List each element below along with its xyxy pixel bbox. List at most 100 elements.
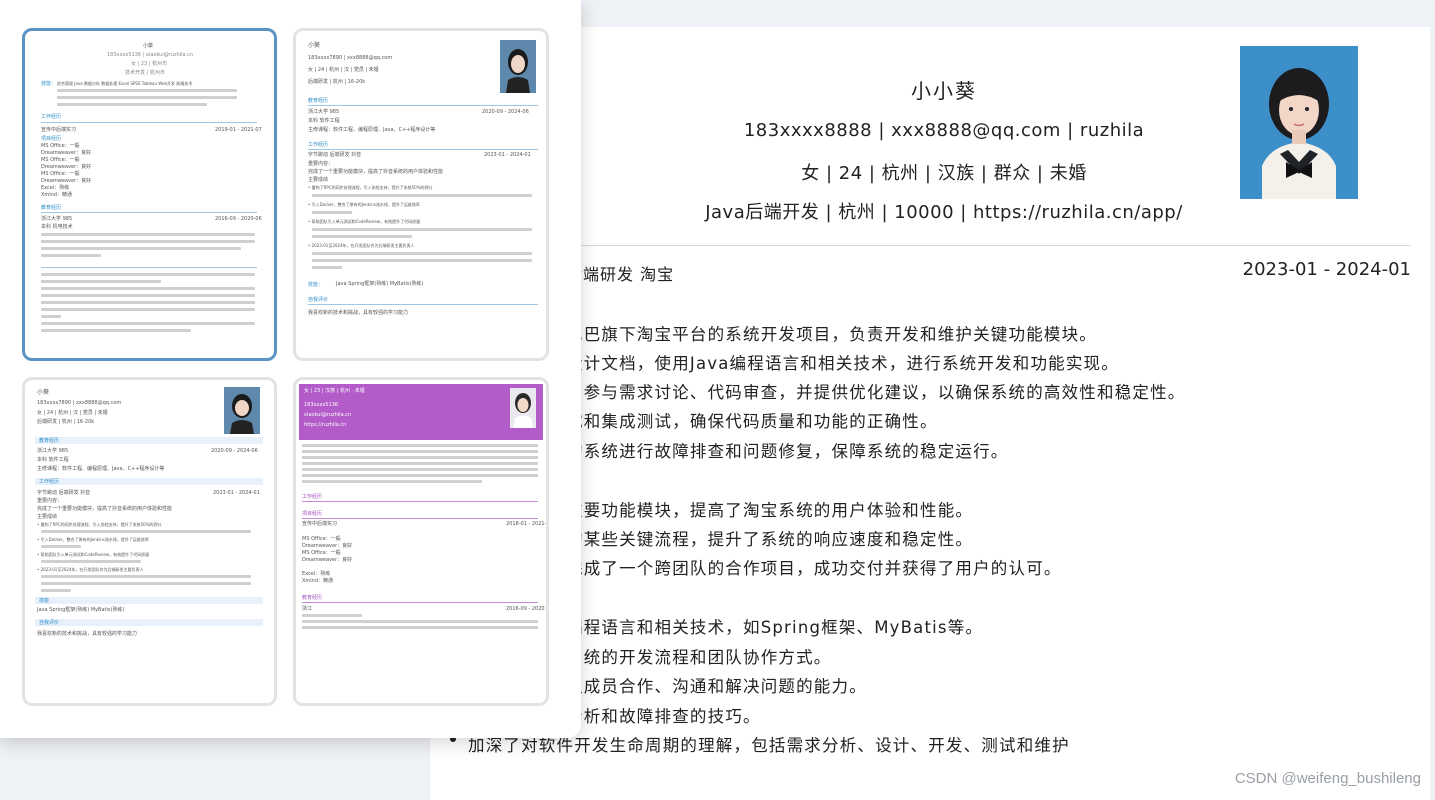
tpl-edu-desc: 主修课程：软件工程、编程原理、Java、C++程序设计等 <box>308 127 436 133</box>
tpl-contact: 183xxxx7890 | xxx8888@qq.com <box>37 400 122 406</box>
tpl-line: • 帮助团队引入单元测试和CodeReview，有效提升了代码质量 <box>308 219 421 224</box>
resume-text-line: 设计文档，使用Java编程语言和相关技术，进行系统开发和功能实现。 <box>566 354 1119 373</box>
tpl-skill-text: Java Spring框架(熟练) MyBatis(熟练) <box>336 281 424 287</box>
tpl-edu-school: 浙江大学 985 <box>41 216 73 222</box>
text-placeholder-line <box>41 582 251 585</box>
text-placeholder-line <box>302 456 538 459</box>
text-placeholder-line <box>302 614 362 617</box>
template-card-3[interactable]: 小葵 183xxxx7890 | xxx8888@qq.com 女 | 24 |… <box>22 377 277 706</box>
tpl-line: MS Office：一般 <box>41 171 80 177</box>
tpl-line: 重要内容： <box>308 161 334 167</box>
text-placeholder-line <box>57 96 237 99</box>
tpl-contact: 183xxxx7890 | xxx8888@qq.com <box>308 55 393 61</box>
tpl-line: • 引入Docker，整合了原有的Jenkins流水线，提升了运维效率 <box>308 202 420 207</box>
text-placeholder-line <box>41 254 101 257</box>
tpl-self-text: 我喜欢新的技术和挑战，具有较强的学习能力 <box>308 310 409 316</box>
tpl-line: 主要成绩 <box>308 177 329 183</box>
tpl-line: Excel：熟练 <box>302 571 331 577</box>
section-bar <box>35 619 263 626</box>
tpl-proj-date: 2018-01 - 2021- <box>506 521 547 527</box>
tpl-intent: 后端研发 | 杭州 | 16-20k <box>37 419 95 425</box>
tpl-contact: 183xxxx5136 | xiaokui@ruzhila.cn <box>107 52 194 58</box>
text-placeholder-line <box>41 329 191 332</box>
tpl-skills-label: 技能： <box>41 81 57 87</box>
text-placeholder-line <box>312 211 352 214</box>
resume-text-line: 完成了一个跨团队的合作项目，成功交付并获得了用户的认可。 <box>566 559 1062 578</box>
tpl-line: • 2023-01至2024年，在开发团队作为后端研发主要负责人 <box>308 243 415 248</box>
resume-photo <box>1240 46 1358 199</box>
resume-text-line: 队成员合作、沟通和解决问题的能力。 <box>566 677 867 696</box>
tpl-name: 小葵 <box>308 42 321 49</box>
text-placeholder-line <box>41 315 61 318</box>
tpl-line: Xmind：精通 <box>41 192 73 198</box>
tpl-line: Dreamweaver：良好 <box>41 164 92 170</box>
text-placeholder-line <box>302 620 538 623</box>
tpl-line: • 重构了RPC的同步处理流程，引入协程支持，提升了系统50%的吞吐 <box>308 185 433 190</box>
text-placeholder-line <box>312 235 412 238</box>
text-placeholder-line <box>312 266 342 269</box>
template-card-2[interactable]: 小葵 183xxxx7890 | xxx8888@qq.com 女 | 24 |… <box>293 28 549 361</box>
tpl-basic: 女 | 24 | 杭州 | 汉 | 党员 | 未婚 <box>308 67 379 73</box>
tpl-section-title: 教育经历 <box>39 438 60 444</box>
tpl-work-date: 2019-01 - 2021-07 <box>215 127 262 133</box>
resume-text-line: 巴巴旗下淘宝平台的系统开发项目，负责开发和维护关键功能模块。 <box>566 325 1097 344</box>
tpl-section-title: 工作经历 <box>308 142 329 148</box>
tpl-basic: 女 | 23 | 汉族 | 杭州 · 未婚 <box>304 388 365 394</box>
text-placeholder-line <box>41 273 255 276</box>
resume-text-line: 重要功能模块，提高了淘宝系统的用户体验和性能。 <box>566 501 974 520</box>
tpl-edu-school: 浙江大学 985 <box>308 109 340 115</box>
tpl-work-date: 2023-01 - 2024-01 <box>213 490 260 496</box>
tpl-edu-date: 2016-09 - 2020 <box>506 606 545 612</box>
text-placeholder-line <box>41 545 81 548</box>
tpl-proj-name: 宣传中后端实习 <box>302 521 338 527</box>
tpl-line: Dreamweaver：良好 <box>41 178 92 184</box>
tpl-line: Excel：熟练 <box>41 185 70 191</box>
tpl-edu-school: 浙江大学 985 <box>37 448 69 454</box>
text-placeholder-line <box>312 194 532 197</box>
section-bar <box>35 597 263 604</box>
text-placeholder-line <box>302 462 538 465</box>
text-placeholder-line <box>312 252 532 255</box>
resume-text-line: 的系统进行故障排查和问题修复，保障系统的稳定运行。 <box>566 442 1009 461</box>
text-placeholder-line <box>41 530 251 533</box>
tpl-section-title: 自我评价 <box>308 297 329 303</box>
text-placeholder-line <box>41 301 255 304</box>
text-placeholder-line <box>302 450 538 453</box>
tpl-line: • 引入Docker，整合了原有的Jenkins流水线，提升了运维效率 <box>37 537 149 542</box>
tpl-name: 小葵 <box>37 389 50 396</box>
tpl-edu-date: 2016-09 - 2020-06 <box>215 216 262 222</box>
tpl-photo <box>500 40 536 93</box>
text-placeholder-line <box>41 294 255 297</box>
tpl-line: 重要内容： <box>37 498 63 504</box>
tpl-edu-school: 浙江 <box>302 606 313 612</box>
text-placeholder-line <box>302 444 538 447</box>
tpl-photo <box>224 387 260 434</box>
tpl-section-title: 工作经历 <box>41 114 62 120</box>
resume-text-line: 试和集成测试，确保代码质量和功能的正确性。 <box>566 412 938 431</box>
tpl-edu-major: 本科 机电技术 <box>41 224 73 230</box>
tpl-work-date: 2023-01 - 2024-01 <box>484 152 531 158</box>
text-placeholder-line <box>41 240 255 243</box>
section-bar <box>35 478 263 485</box>
tpl-section-title: 教育经历 <box>302 595 323 601</box>
tpl-line: MS Office：一般 <box>302 550 341 556</box>
tpl-line: MS Office：一般 <box>41 157 80 163</box>
text-placeholder-line <box>41 287 255 290</box>
resume-text-line: 系统的开发流程和团队协作方式。 <box>566 648 832 667</box>
tpl-line: Dreamweaver：良好 <box>41 150 92 156</box>
section-bar <box>35 437 263 444</box>
tpl-email: xiaokui@ruzhila.cn <box>304 412 352 418</box>
tpl-intent: 后端研发 | 杭州 | 16-20k <box>308 79 366 85</box>
template-card-4[interactable]: 女 | 23 | 汉族 | 杭州 · 未婚 183xxxx5136 xiaoku… <box>293 377 549 706</box>
tpl-work-company: 宣传中后端实习 <box>41 127 77 133</box>
resume-text-line: 加深了对软件开发生命周期的理解，包括需求分析、设计、开发、测试和维护 <box>468 736 1070 755</box>
tpl-section-title: 工作经历 <box>39 479 60 485</box>
tpl-edu-date: 2020-09 - 2024-06 <box>211 448 258 454</box>
template-card-1[interactable]: 小葵 183xxxx5136 | xiaokui@ruzhila.cn 女 | … <box>22 28 277 361</box>
text-placeholder-line <box>41 247 241 250</box>
text-placeholder-line <box>41 308 255 311</box>
job-title-company: 后端研发 淘宝 <box>566 265 675 284</box>
tpl-line: Xmind：精通 <box>302 578 334 584</box>
tpl-name: 小葵 <box>143 43 154 49</box>
text-placeholder-line <box>302 480 482 483</box>
